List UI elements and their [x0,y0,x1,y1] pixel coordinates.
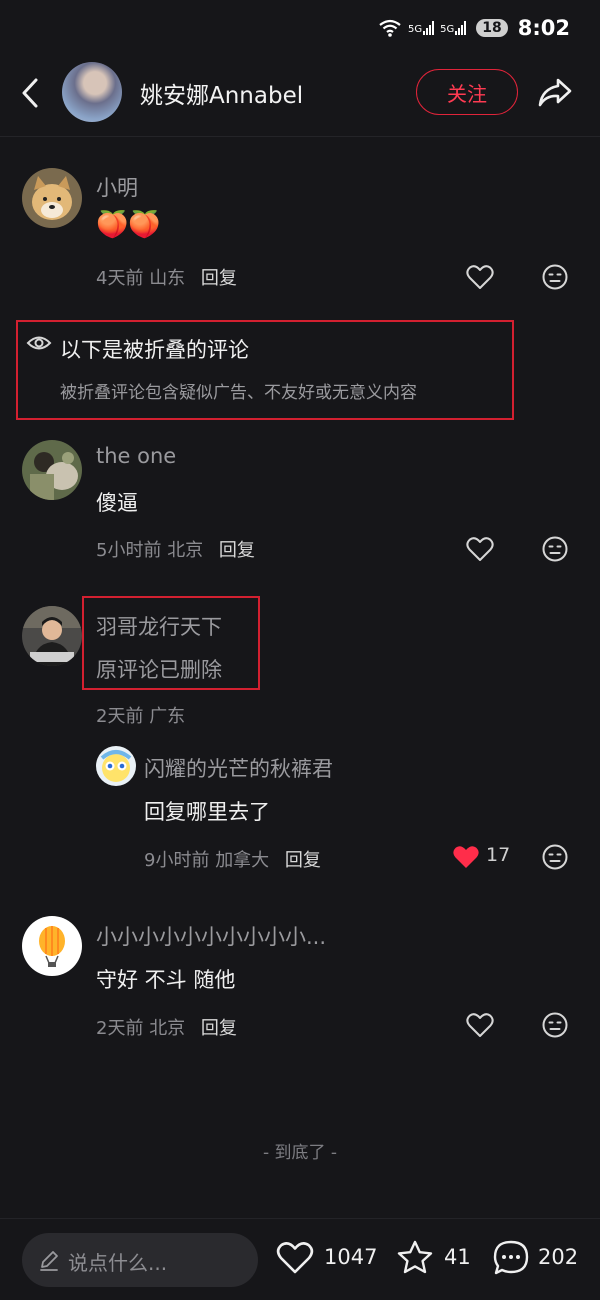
heart-icon[interactable] [466,1012,494,1038]
back-icon[interactable] [18,76,44,110]
commenter-name[interactable]: 羽哥龙行天下 [96,611,222,641]
avatar[interactable] [22,916,82,976]
author-name[interactable]: 姚安娜Annabel [140,76,303,110]
dislike-icon[interactable] [542,536,568,562]
reply-button[interactable]: 回复 [201,268,237,289]
share-icon[interactable] [536,74,574,110]
reply-meta: 9小时前 加拿大 回复 [144,846,321,872]
reply-like-count: 17 [486,844,511,866]
comment-time: 2天前 [96,1018,144,1039]
comment-location: 山东 [149,268,186,289]
comment-icon[interactable] [492,1239,530,1277]
comment-input-placeholder: 说点什么... [68,1251,168,1275]
commenter-name[interactable]: 小明 [96,172,138,202]
comment-meta: 2天前 广东 [96,702,185,728]
clock: 8:02 [517,16,570,40]
comment-meta: 4天前 山东 回复 [96,264,237,290]
comment-meta: 5小时前 北京 回复 [96,536,255,562]
bottom-bar: 说点什么... 1047 41 202 [0,1218,600,1300]
comment-text: 傻逼 [96,491,138,515]
comment-text: 原评论已删除 [96,658,222,682]
replier-name[interactable]: 闪耀的光芒的秋裤君 [144,753,333,783]
avatar[interactable] [22,440,82,500]
end-of-list: - 到底了 - [262,1143,338,1163]
dislike-icon[interactable] [542,844,568,870]
signal-1: 5G [408,21,435,35]
like-icon[interactable] [276,1241,314,1275]
eye-icon [26,336,52,350]
star-count: 41 [444,1245,471,1269]
reply-button[interactable]: 回复 [201,1018,237,1039]
reply-button[interactable]: 回复 [219,540,255,561]
comment-location: 北京 [167,540,204,561]
comment-time: 2天前 [96,706,144,727]
like-count: 1047 [324,1245,378,1269]
heart-icon[interactable] [466,536,494,562]
comment-location: 广东 [149,706,186,727]
comment-meta: 2天前 北京 回复 [96,1014,237,1040]
folded-comments-notice[interactable]: 以下是被折叠的评论 被折叠评论包含疑似广告、不友好或无意义内容 [16,320,514,420]
comment-time: 5小时前 [96,540,162,561]
reply-time: 9小时前 [144,850,210,871]
header: 姚安娜Annabel 关注 [0,58,600,128]
comment-time: 4天前 [96,268,144,289]
follow-button[interactable]: 关注 [416,69,518,115]
comment-input[interactable]: 说点什么... [22,1233,258,1287]
folded-title: 以下是被折叠的评论 [60,338,249,362]
folded-description: 被折叠评论包含疑似广告、不友好或无意义内容 [60,383,417,403]
avatar[interactable] [96,746,136,786]
comment-count: 202 [538,1245,579,1269]
battery-indicator: 18 [476,19,508,37]
avatar[interactable] [22,168,82,228]
heart-filled-icon[interactable] [452,844,480,870]
commenter-name[interactable]: 小小小小小小小小小小... [96,921,326,951]
author-avatar[interactable] [62,62,122,122]
reply-location: 加拿大 [215,850,270,871]
header-divider [0,136,600,137]
reply-text: 回复哪里去了 [144,800,270,824]
comment-location: 北京 [149,1018,186,1039]
dislike-icon[interactable] [542,264,568,290]
signal-2: 5G [440,21,467,35]
deleted-comment-highlight: 羽哥龙行天下 原评论已删除 [82,596,260,690]
wifi-icon [379,19,401,37]
star-icon[interactable] [396,1239,434,1275]
dislike-icon[interactable] [542,1012,568,1038]
heart-icon[interactable] [466,264,494,290]
comment-text: 守好 不斗 随他 [96,968,236,992]
comment-text: 🍑🍑 [96,210,161,240]
reply-button[interactable]: 回复 [285,850,321,871]
status-bar: 5G 5G 18 8:02 [0,0,600,56]
pencil-icon [40,1251,58,1271]
commenter-name[interactable]: the one [96,444,176,468]
avatar[interactable] [22,606,82,666]
